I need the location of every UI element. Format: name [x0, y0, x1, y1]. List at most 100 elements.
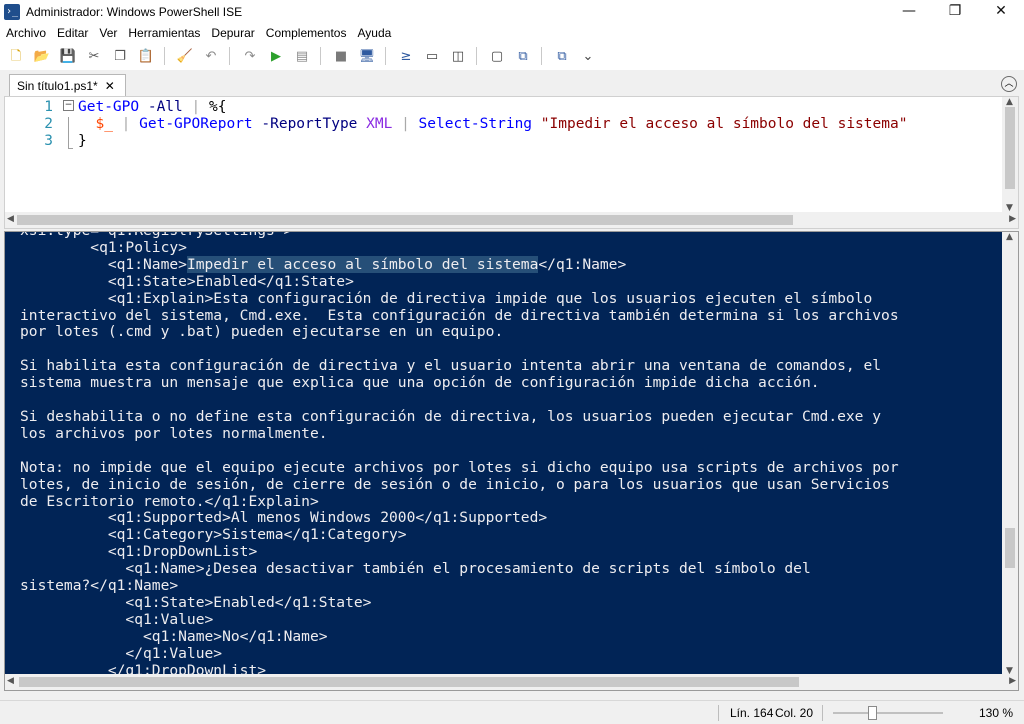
- menu-herramientas[interactable]: Herramientas: [122, 26, 205, 40]
- console-pane[interactable]: xsi:type="q1:RegistrySettings"> <q1:Poli…: [4, 231, 1019, 691]
- status-divider: [718, 705, 719, 721]
- console-line: sistema muestra un mensaje que explica q…: [20, 374, 820, 392]
- console-line: sistema?</q1:Name>: [20, 577, 179, 595]
- script-horizontal-scrollbar[interactable]: ◀ ▶: [5, 212, 1018, 228]
- close-tab-icon[interactable]: ✕: [105, 79, 115, 93]
- scroll-right-icon[interactable]: ▶: [1009, 676, 1016, 686]
- menu-ayuda[interactable]: Ayuda: [351, 26, 396, 40]
- console-line: <q1:Policy>: [20, 238, 187, 256]
- toolbar: 🗋 📂 💾 ✂ ❐ 📋 🧹 ↶ ↷ ▶ ▤ ■ 🖥 ≥ ▭ ◫ ▢ ⧉ ⧉ ⌄: [0, 42, 1024, 70]
- console-line: </q1:Value>: [20, 644, 223, 662]
- scroll-thumb[interactable]: [1005, 528, 1015, 568]
- overflow-icon[interactable]: ⌄: [578, 46, 598, 66]
- cut-icon[interactable]: ✂: [84, 46, 104, 66]
- scroll-thumb[interactable]: [17, 215, 793, 225]
- start-powershell-icon[interactable]: ≥: [396, 46, 416, 66]
- redo-icon[interactable]: ↷: [240, 46, 260, 66]
- fold-guide-end: [68, 148, 73, 149]
- open-icon[interactable]: 📂: [32, 46, 52, 66]
- toolbar-separator: [476, 47, 477, 65]
- code-text: Get-GPO -All | %{: [78, 99, 227, 115]
- script-editor[interactable]: 1 Get-GPO -All | %{ 2 $_ | Get-GPOReport -…: [4, 96, 1019, 229]
- layout-right-icon[interactable]: ◫: [448, 46, 468, 66]
- console-line: lotes, de inicio de sesión, de cierre de…: [20, 475, 890, 493]
- console-line: <q1:Name>No</q1:Name>: [20, 627, 328, 645]
- show-addon-icon[interactable]: ⧉: [552, 46, 572, 66]
- toolbar-separator: [320, 47, 321, 65]
- tab-strip: Sin título1.ps1* ✕ ︿: [0, 72, 1024, 96]
- window-title: Administrador: Windows PowerShell ISE: [26, 4, 243, 19]
- script-vertical-scrollbar[interactable]: ▲ ▼: [1002, 97, 1018, 213]
- save-icon[interactable]: 💾: [58, 46, 78, 66]
- scroll-thumb[interactable]: [19, 677, 799, 687]
- console-line: interactivo del sistema, Cmd.exe. Esta c…: [20, 306, 899, 324]
- console-line: <q1:Explain>Esta configuración de direct…: [20, 289, 873, 307]
- console-line: Nota: no impide que el equipo ejecute ar…: [20, 458, 899, 476]
- console-line: <q1:DropDownList>: [20, 543, 258, 561]
- console-line: <q1:Name>Impedir el acceso al símbolo de…: [20, 255, 627, 273]
- show-commands-icon[interactable]: ⧉: [513, 46, 533, 66]
- close-window-button[interactable]: ✕: [978, 0, 1024, 23]
- toolbar-separator: [164, 47, 165, 65]
- menu-archivo[interactable]: Archivo: [0, 26, 51, 40]
- scroll-left-icon[interactable]: ◀: [7, 214, 14, 224]
- scroll-up-icon[interactable]: ▲: [1006, 232, 1013, 242]
- zoom-slider-thumb[interactable]: [868, 706, 877, 720]
- scroll-thumb[interactable]: [1005, 107, 1015, 189]
- console-horizontal-scrollbar[interactable]: ◀ ▶: [5, 674, 1018, 690]
- console-line: Si deshabilita o no define esta configur…: [20, 407, 882, 425]
- line-number-gutter: 2: [44, 116, 53, 132]
- collapse-block-icon[interactable]: −: [63, 100, 74, 111]
- paste-icon[interactable]: 📋: [136, 46, 156, 66]
- remote-tab-icon[interactable]: 🖥: [357, 46, 377, 66]
- scroll-up-icon[interactable]: ▲: [1006, 97, 1013, 107]
- menu-ver[interactable]: Ver: [93, 26, 122, 40]
- toolbar-separator: [229, 47, 230, 65]
- zoom-level: 130 %: [979, 706, 1014, 720]
- line-number: Lín. 164: [730, 706, 774, 720]
- tab-script-1[interactable]: Sin título1.ps1* ✕: [9, 74, 126, 96]
- toolbar-separator: [541, 47, 542, 65]
- console-line: <q1:State>Enabled</q1:State>: [20, 272, 354, 290]
- layout-top-icon[interactable]: ▭: [422, 46, 442, 66]
- minimize-button[interactable]: —: [886, 0, 932, 23]
- powershell-icon: ›_: [4, 3, 20, 20]
- menu-depurar[interactable]: Depurar: [205, 26, 259, 40]
- console-line: Si habilita esta configuración de direct…: [20, 357, 882, 375]
- undo-icon[interactable]: ↶: [201, 46, 221, 66]
- menu-editar[interactable]: Editar: [51, 26, 93, 40]
- copy-icon[interactable]: ❐: [110, 46, 130, 66]
- zoom-slider-track[interactable]: [833, 712, 943, 714]
- console-line: los archivos por lotes normalmente.: [20, 424, 328, 442]
- console-vertical-scrollbar[interactable]: ▲ ▼: [1002, 232, 1018, 676]
- column-number: Col. 20: [775, 706, 814, 720]
- new-icon[interactable]: 🗋: [6, 46, 26, 66]
- clear-console-icon[interactable]: 🧹: [175, 46, 195, 66]
- code-text: $_ | Get-GPOReport -ReportType XML | Sel…: [95, 116, 908, 132]
- maximize-button[interactable]: ❐: [932, 0, 978, 23]
- status-bar: Lín. 164 Col. 20 130 %: [0, 700, 1024, 724]
- console-line: <q1:Name>¿Desea desactivar también el pr…: [20, 560, 811, 578]
- console-line: <q1:State>Enabled</q1:State>: [20, 593, 372, 611]
- selected-text: Impedir el acceso al símbolo del sistema: [186, 255, 539, 273]
- toolbar-separator: [385, 47, 386, 65]
- run-selection-icon[interactable]: ▤: [292, 46, 312, 66]
- line-number-gutter: 3: [44, 133, 53, 149]
- line-number-gutter: 1: [44, 99, 53, 115]
- tab-label: Sin título1.ps1*: [17, 78, 98, 93]
- scroll-left-icon[interactable]: ◀: [7, 676, 14, 686]
- console-line: <q1:Value>: [20, 610, 214, 628]
- layout-max-icon[interactable]: ▢: [487, 46, 507, 66]
- stop-icon[interactable]: ■: [331, 46, 351, 66]
- console-line: de Escritorio remoto.</q1:Explain>: [20, 492, 319, 510]
- console-line: por lotes (.cmd y .bat) pueden ejecutars…: [20, 323, 504, 341]
- scroll-right-icon[interactable]: ▶: [1009, 214, 1016, 224]
- menu-complementos[interactable]: Complementos: [260, 26, 352, 40]
- code-text: }: [78, 133, 87, 149]
- run-script-icon[interactable]: ▶: [266, 46, 286, 66]
- collapse-script-pane-icon[interactable]: ︿: [1001, 76, 1017, 92]
- fold-guide: [68, 117, 69, 148]
